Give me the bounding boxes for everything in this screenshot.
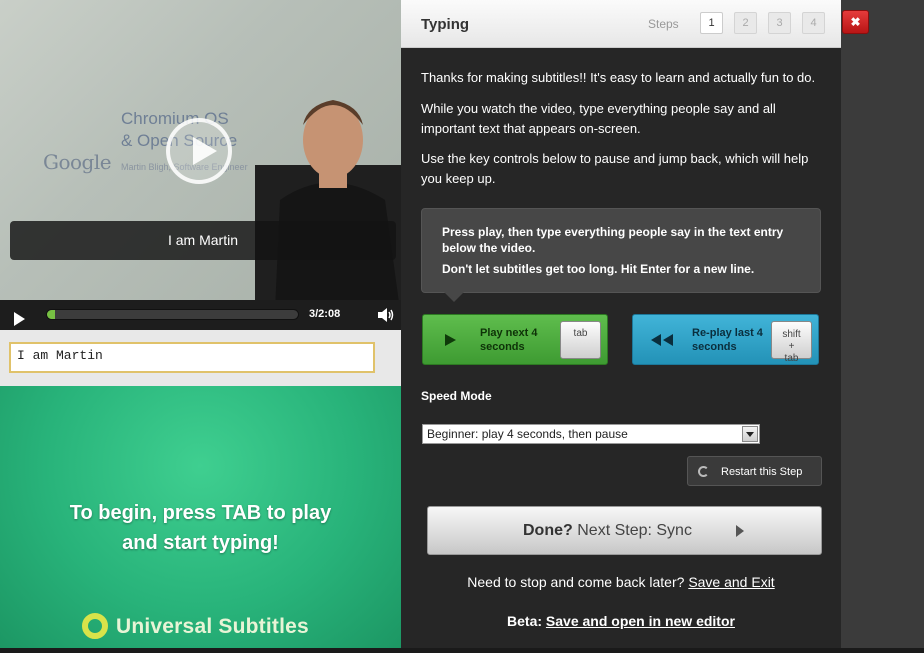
begin-message: To begin, press TAB to play and start ty…: [20, 498, 381, 558]
speed-mode-select[interactable]: Beginner: play 4 seconds, then pause: [422, 424, 760, 444]
done-bold: Done?: [523, 522, 573, 539]
play-button[interactable]: [4, 304, 26, 326]
play-icon: [14, 312, 25, 326]
video-player[interactable]: Google Chromium OS & Open Source Martin …: [0, 0, 401, 300]
stop-later-line: Need to stop and come back later? Save a…: [401, 574, 841, 590]
progress-fill: [47, 310, 55, 319]
panel-header: Typing Steps 1 2 3 4: [401, 0, 841, 48]
instruction-splash: To begin, press TAB to play and start ty…: [0, 386, 401, 653]
text-entry-area: [0, 330, 401, 386]
typing-panel: Typing Steps 1 2 3 4 Thanks for making s…: [401, 0, 841, 653]
done-next-step-button[interactable]: Done? Next Step: Sync: [427, 506, 822, 555]
panel-title: Typing: [421, 16, 470, 33]
progress-bar[interactable]: [46, 309, 299, 320]
beta-label: Beta:: [507, 613, 543, 629]
step-1[interactable]: 1: [700, 12, 723, 34]
app-root: Google Chromium OS & Open Source Martin …: [0, 0, 924, 653]
time-readout: 3/2:08: [309, 308, 341, 320]
play-next-button[interactable]: Play next 4 seconds tab: [422, 314, 608, 365]
intro-paragraph-1: Thanks for making subtitles!! It's easy …: [421, 70, 816, 85]
universal-subtitles-logo-icon: [82, 613, 108, 639]
close-icon[interactable]: ✖: [842, 10, 869, 34]
open-new-editor-link[interactable]: Save and open in new editor: [546, 613, 735, 629]
video-column: Google Chromium OS & Open Source Martin …: [0, 0, 401, 653]
tip-line-2: Don't let subtitles get too long. Hit En…: [442, 262, 755, 276]
intro-paragraph-2: While you watch the video, type everythi…: [421, 101, 776, 136]
restart-step-button[interactable]: Restart this Step: [687, 456, 822, 486]
step-3[interactable]: 3: [768, 12, 791, 34]
right-backdrop: [841, 0, 924, 653]
key-tab: tab: [784, 353, 799, 364]
tab-key-icon: tab: [560, 321, 601, 359]
brand-name: Universal Subtitles: [116, 615, 309, 638]
play-next-label: Play next 4 seconds: [480, 327, 538, 353]
tip-line-1: Press play, then type everything people …: [442, 225, 784, 255]
play-icon: [445, 334, 456, 346]
begin-line-2: and start typing!: [122, 532, 279, 554]
intro-paragraph-3: Use the key controls below to pause and …: [421, 151, 809, 186]
arrow-right-icon: [736, 525, 744, 537]
subtitle-text-entry[interactable]: [9, 342, 375, 373]
done-button-text: Done? Next Step: Sync: [523, 522, 692, 540]
save-and-exit-link[interactable]: Save and Exit: [688, 574, 774, 590]
stop-text: Need to stop and come back later?: [467, 574, 685, 590]
restart-step-label: Restart this Step: [721, 466, 803, 478]
volume-icon[interactable]: [377, 308, 395, 322]
play-overlay-icon[interactable]: [166, 118, 232, 184]
key-plus: +: [788, 341, 795, 352]
speaker-image: [255, 100, 401, 300]
done-rest: Next Step: Sync: [577, 522, 692, 539]
replay-last-label: Re-play last 4 seconds: [692, 327, 763, 353]
step-4[interactable]: 4: [802, 12, 825, 34]
refresh-icon: [698, 466, 709, 477]
bottom-edge: [0, 648, 924, 653]
replay-last-button[interactable]: Re-play last 4 seconds shift + tab: [632, 314, 819, 365]
step-2[interactable]: 2: [734, 12, 757, 34]
speed-mode-value: Beginner: play 4 seconds, then pause: [427, 427, 628, 441]
beta-line: Beta: Save and open in new editor: [401, 613, 841, 629]
shift-tab-key-icon: shift + tab: [771, 321, 812, 364]
chevron-down-icon[interactable]: [742, 426, 758, 442]
video-controls: 3/2:08: [0, 300, 401, 330]
speed-mode-label: Speed Mode: [421, 389, 492, 403]
key-shift: shift: [782, 329, 801, 340]
begin-line-1: To begin, press TAB to play: [69, 502, 332, 524]
steps-label: Steps: [648, 17, 679, 31]
video-caption: I am Martin: [10, 221, 396, 260]
slide-google-logo: Google: [43, 150, 112, 174]
rewind-icon: [651, 334, 673, 346]
tip-box: Press play, then type everything people …: [421, 208, 821, 302]
